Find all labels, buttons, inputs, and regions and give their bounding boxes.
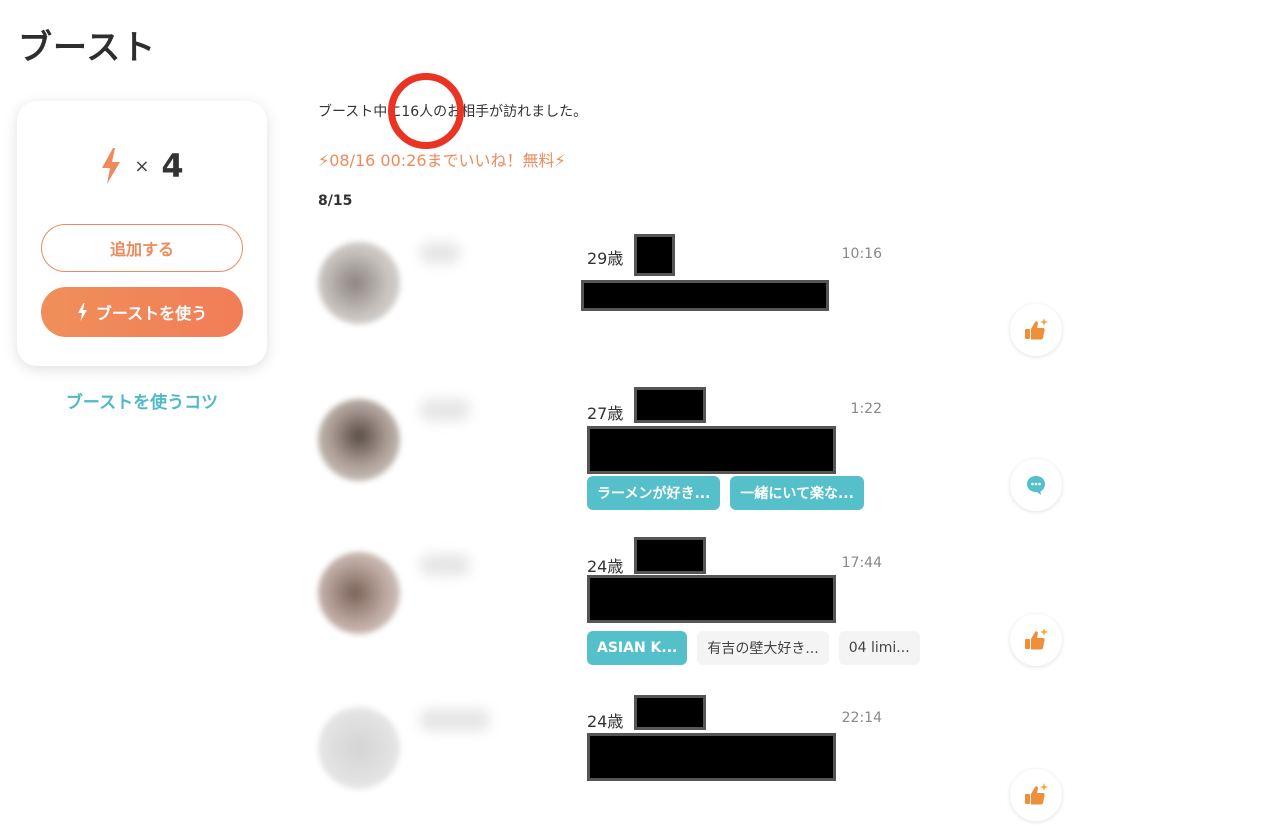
interest-tag[interactable]: 有吉の壁大好き... bbox=[697, 631, 829, 665]
avatar[interactable] bbox=[318, 399, 400, 481]
visitor-row[interactable]: 27歳 1:22 ラーメンが好き... 一緒にいて楽な... bbox=[0, 385, 1100, 535]
message-button[interactable] bbox=[1010, 459, 1062, 511]
visit-time: 22:14 bbox=[841, 710, 882, 726]
visit-time: 1:22 bbox=[850, 401, 882, 417]
redacted-block bbox=[634, 695, 706, 730]
visitor-row[interactable]: 24歳 22:14 bbox=[0, 695, 1100, 831]
like-icon bbox=[1025, 783, 1048, 805]
redacted-block bbox=[587, 426, 836, 474]
avatar[interactable] bbox=[318, 242, 400, 324]
visitor-age: 27歳 bbox=[587, 404, 624, 423]
like-icon bbox=[1025, 628, 1048, 650]
redacted-block bbox=[587, 575, 836, 623]
blurred-name bbox=[420, 242, 460, 264]
redacted-block bbox=[587, 733, 836, 781]
interest-tags: ラーメンが好き... 一緒にいて楽な... bbox=[587, 476, 864, 510]
highlight-circle-annotation bbox=[388, 73, 464, 149]
lightning-icon bbox=[102, 148, 121, 184]
date-heading: 8/15 bbox=[318, 193, 353, 209]
visitor-row[interactable]: 29歳 10:16 bbox=[0, 230, 1100, 380]
like-button[interactable] bbox=[1010, 304, 1062, 356]
blurred-name bbox=[420, 554, 470, 576]
boost-count: × 4 bbox=[17, 147, 267, 185]
message-icon bbox=[1027, 476, 1045, 495]
interest-tag[interactable]: 04 limi... bbox=[838, 631, 920, 665]
blurred-name bbox=[420, 709, 490, 731]
avatar[interactable] bbox=[318, 552, 400, 634]
interest-tags: ASIAN K... 有吉の壁大好き... 04 limi... bbox=[587, 631, 920, 665]
free-like-notice: ⚡08/16 00:26までいいね！無料⚡ bbox=[318, 151, 566, 170]
redacted-block bbox=[634, 387, 706, 423]
redacted-block bbox=[581, 280, 829, 311]
redacted-block bbox=[634, 537, 706, 574]
multiplier-symbol: × bbox=[134, 155, 150, 177]
like-button[interactable] bbox=[1010, 614, 1062, 666]
visit-time: 10:16 bbox=[841, 246, 882, 262]
interest-tag[interactable]: ASIAN K... bbox=[587, 631, 688, 665]
like-icon bbox=[1025, 318, 1048, 340]
boost-page: ブースト × 4 追加する ブーストを使う ブーストを使うコツ ブースト中に16… bbox=[0, 0, 1280, 831]
redacted-block bbox=[634, 234, 675, 276]
interest-tag[interactable]: ラーメンが好き... bbox=[587, 476, 721, 510]
page-title: ブースト bbox=[18, 28, 157, 68]
blurred-name bbox=[420, 399, 470, 421]
visitor-age: 24歳 bbox=[587, 557, 624, 576]
visitor-age: 29歳 bbox=[587, 249, 624, 268]
visit-time: 17:44 bbox=[841, 555, 882, 571]
visitor-row[interactable]: 24歳 17:44 ASIAN K... 有吉の壁大好き... 04 limi.… bbox=[0, 537, 1100, 690]
like-button[interactable] bbox=[1010, 769, 1062, 821]
avatar[interactable] bbox=[318, 707, 400, 789]
visitor-age: 24歳 bbox=[587, 712, 624, 731]
boost-count-value: 4 bbox=[161, 147, 184, 185]
interest-tag[interactable]: 一緒にいて楽な... bbox=[730, 476, 864, 510]
